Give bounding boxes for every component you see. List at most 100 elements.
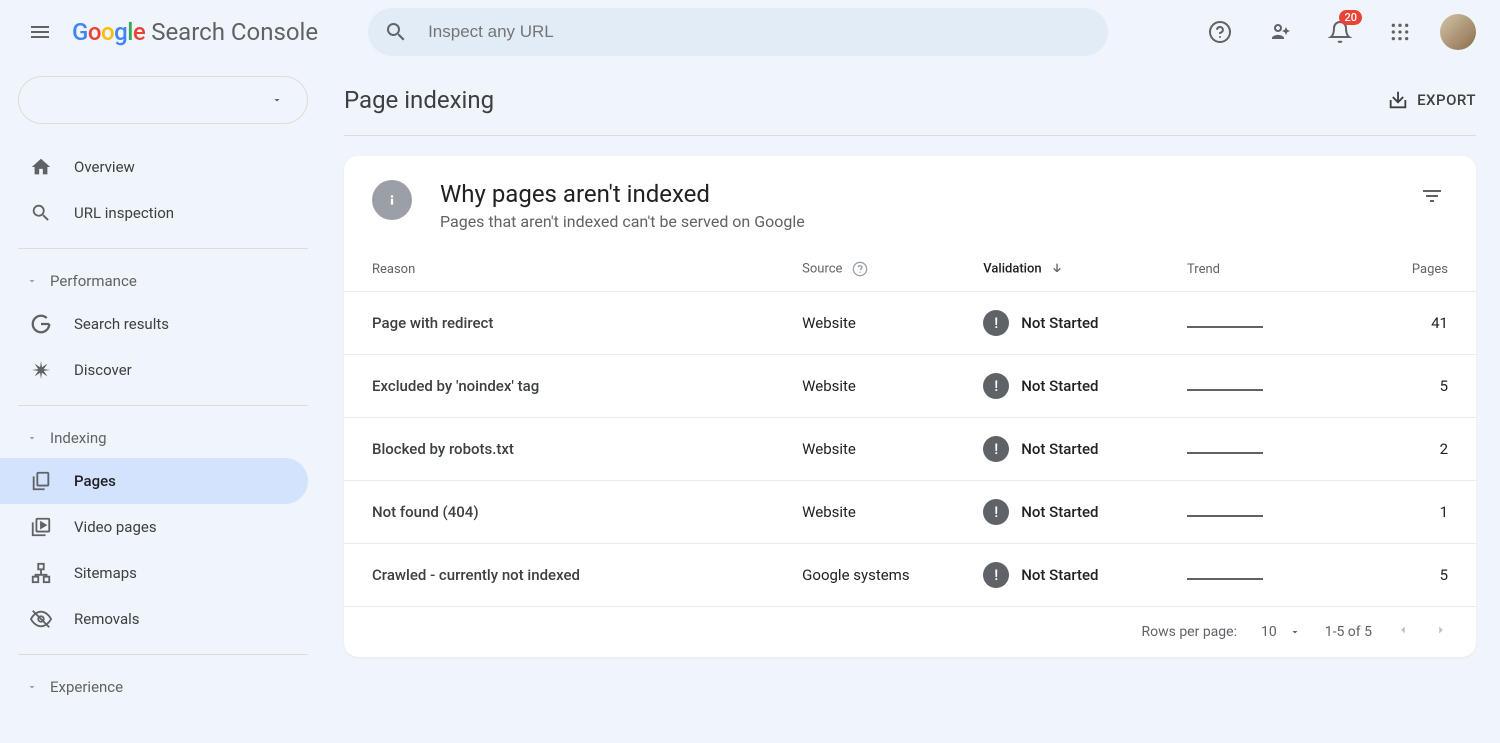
col-validation[interactable]: Validation: [955, 247, 1159, 292]
cell-pages: 1: [1318, 481, 1477, 544]
search-icon: [30, 202, 52, 224]
sidebar: Overview URL inspection Performance Sear…: [0, 64, 320, 743]
hamburger-icon: [28, 20, 52, 44]
property-selector[interactable]: [18, 76, 308, 124]
cell-trend: [1159, 481, 1317, 544]
cell-source: Website: [774, 355, 955, 418]
cell-source: Website: [774, 292, 955, 355]
sidebar-item-label: Overview: [74, 158, 135, 176]
sidebar-item-label: Video pages: [74, 518, 157, 536]
col-trend[interactable]: Trend: [1159, 247, 1317, 292]
sidebar-item-discover[interactable]: Discover: [0, 347, 308, 393]
rows-per-page-label: Rows per page:: [1141, 624, 1236, 640]
help-icon: [1208, 20, 1232, 44]
cell-reason: Excluded by 'noindex' tag: [344, 355, 774, 418]
sidebar-item-url-inspection[interactable]: URL inspection: [0, 190, 308, 236]
table-row[interactable]: Crawled - currently not indexed Google s…: [344, 544, 1476, 607]
section-title: Indexing: [50, 429, 107, 447]
avatar[interactable]: [1440, 14, 1476, 50]
sidebar-section-indexing[interactable]: Indexing: [18, 418, 308, 458]
col-reason[interactable]: Reason: [344, 247, 774, 292]
cell-validation: !Not Started: [955, 544, 1159, 607]
user-settings-button[interactable]: [1260, 12, 1300, 52]
chevron-left-icon: [1396, 623, 1410, 637]
apps-button[interactable]: [1380, 12, 1420, 52]
sidebar-item-label: URL inspection: [74, 204, 174, 222]
help-icon: [852, 261, 868, 277]
filter-icon: [1420, 184, 1444, 208]
indexing-reasons-card: Why pages aren't indexed Pages that aren…: [344, 156, 1476, 657]
sidebar-item-label: Search results: [74, 315, 169, 333]
cell-pages: 5: [1318, 355, 1477, 418]
sidebar-item-overview[interactable]: Overview: [0, 144, 308, 190]
cell-pages: 2: [1318, 418, 1477, 481]
search-icon: [384, 20, 408, 44]
sidebar-item-video-pages[interactable]: Video pages: [0, 504, 308, 550]
sidebar-item-pages[interactable]: Pages: [0, 458, 308, 504]
chevron-down-icon: [26, 275, 38, 287]
cell-pages: 41: [1318, 292, 1477, 355]
logo[interactable]: Google Search Console: [72, 18, 318, 46]
sidebar-section-experience[interactable]: Experience: [18, 667, 308, 707]
trend-sparkline: [1187, 515, 1263, 517]
cell-reason: Blocked by robots.txt: [344, 418, 774, 481]
cell-source: Google systems: [774, 544, 955, 607]
apps-grid-icon: [1390, 22, 1410, 42]
reasons-table: Reason Source Validation Trend Pages: [344, 247, 1476, 607]
product-name: Search Console: [151, 18, 318, 46]
sidebar-item-label: Sitemaps: [74, 564, 137, 582]
sidebar-item-removals[interactable]: Removals: [0, 596, 308, 642]
help-button[interactable]: [1200, 12, 1240, 52]
asterisk-icon: [30, 359, 52, 381]
trend-sparkline: [1187, 389, 1263, 391]
search-input[interactable]: [428, 22, 1092, 42]
info-icon: [372, 180, 412, 220]
table-row[interactable]: Page with redirect Website !Not Started …: [344, 292, 1476, 355]
table-row[interactable]: Blocked by robots.txt Website !Not Start…: [344, 418, 1476, 481]
copy-icon: [30, 470, 52, 492]
filter-button[interactable]: [1416, 180, 1448, 216]
cell-source: Website: [774, 418, 955, 481]
col-pages[interactable]: Pages: [1318, 247, 1477, 292]
sidebar-section-performance[interactable]: Performance: [18, 261, 308, 301]
sidebar-item-label: Discover: [74, 361, 132, 379]
cell-reason: Not found (404): [344, 481, 774, 544]
cell-trend: [1159, 292, 1317, 355]
pagination-range: 1-5 of 5: [1325, 624, 1372, 640]
card-subtitle: Pages that aren't indexed can't be serve…: [440, 212, 805, 231]
search-box[interactable]: [368, 8, 1108, 56]
export-button[interactable]: EXPORT: [1387, 89, 1476, 111]
video-pages-icon: [30, 516, 52, 538]
section-title: Performance: [50, 272, 137, 290]
home-icon: [30, 156, 52, 178]
table-row[interactable]: Excluded by 'noindex' tag Website !Not S…: [344, 355, 1476, 418]
cell-source: Website: [774, 481, 955, 544]
download-icon: [1387, 89, 1409, 111]
prev-page-button[interactable]: [1396, 623, 1410, 641]
chevron-down-icon: [26, 681, 38, 693]
cell-reason: Page with redirect: [344, 292, 774, 355]
menu-button[interactable]: [16, 8, 64, 56]
sidebar-item-sitemaps[interactable]: Sitemaps: [0, 550, 308, 596]
notifications-button[interactable]: 20: [1320, 12, 1360, 52]
card-title: Why pages aren't indexed: [440, 180, 805, 208]
next-page-button[interactable]: [1434, 623, 1448, 641]
cell-pages: 5: [1318, 544, 1477, 607]
cell-reason: Crawled - currently not indexed: [344, 544, 774, 607]
cell-validation: !Not Started: [955, 418, 1159, 481]
trend-sparkline: [1187, 326, 1263, 328]
chevron-right-icon: [1434, 623, 1448, 637]
rows-per-page-select[interactable]: 10: [1261, 624, 1301, 640]
sidebar-item-search-results[interactable]: Search results: [0, 301, 308, 347]
section-title: Experience: [50, 678, 123, 696]
chevron-down-icon: [1289, 626, 1301, 638]
exclamation-icon: !: [983, 499, 1009, 525]
sitemap-icon: [30, 562, 52, 584]
exclamation-icon: !: [983, 310, 1009, 336]
user-settings-icon: [1268, 20, 1292, 44]
exclamation-icon: !: [983, 373, 1009, 399]
chevron-down-icon: [271, 94, 283, 106]
google-g-icon: [30, 313, 52, 335]
col-source[interactable]: Source: [774, 247, 955, 292]
table-row[interactable]: Not found (404) Website !Not Started 1: [344, 481, 1476, 544]
